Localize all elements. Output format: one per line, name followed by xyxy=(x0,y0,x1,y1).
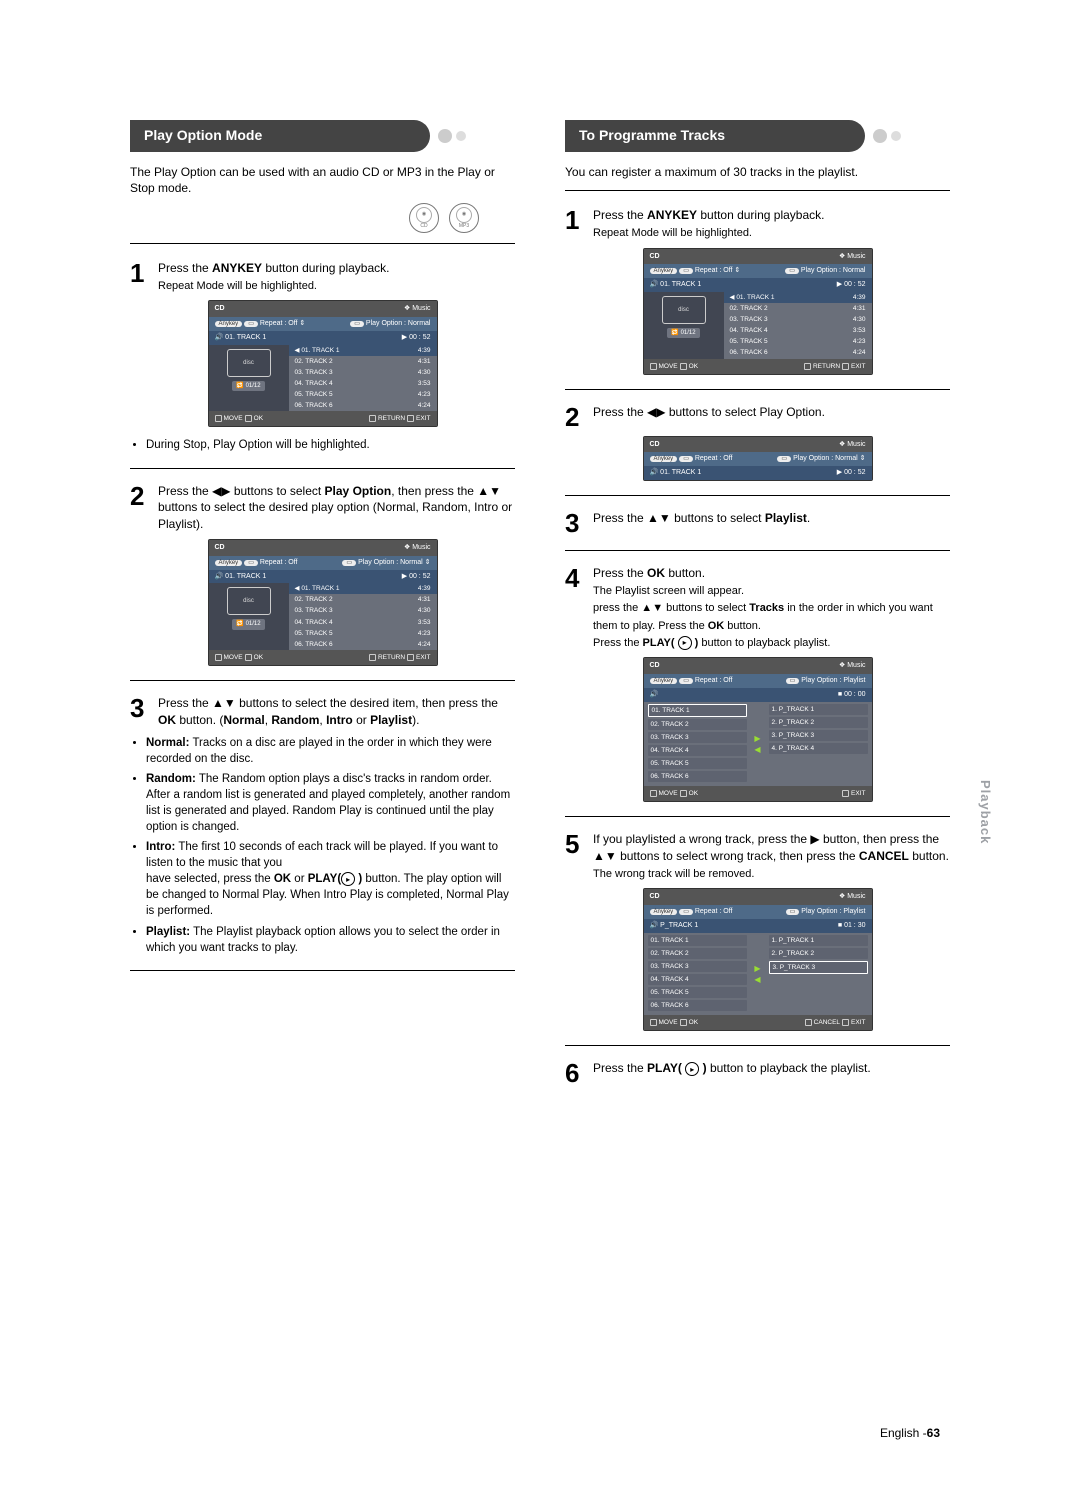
left-osd-2: CD❖ Music Anykey▭Repeat : Off▭Play Optio… xyxy=(208,539,438,666)
right-step-2: 2 Press the ◀▶ buttons to select Play Op… xyxy=(565,404,950,430)
page: Play Option Mode The Play Option can be … xyxy=(130,120,950,1092)
heading-play-option: Play Option Mode xyxy=(130,120,430,152)
right-step-1: 1 Press the ANYKEY button during playbac… xyxy=(565,207,950,241)
right-osd-4: CD❖ Music Anykey▭Repeat : Off▭Play Optio… xyxy=(643,888,873,1031)
left-step-1: 1 Press the ANYKEY button during playbac… xyxy=(130,260,515,294)
left-step-3: 3 Press the ▲▼ buttons to select the des… xyxy=(130,695,515,729)
heading-text: To Programme Tracks xyxy=(579,127,725,143)
cd-icon: ◉CD xyxy=(409,203,439,233)
intro-text: The Play Option can be used with an audi… xyxy=(130,164,515,198)
page-footer: English -63 xyxy=(880,1425,940,1442)
mp3-icon: ◉MP3 xyxy=(449,203,479,233)
col-left: Play Option Mode The Play Option can be … xyxy=(130,120,515,1092)
right-osd-1: CD❖ Music Anykey▭Repeat : Off ⇕▭Play Opt… xyxy=(643,248,873,375)
left-osd-1: CD❖ Music Anykey▭Repeat : Off ⇕▭Play Opt… xyxy=(208,300,438,427)
disc-icons: ◉CD ◉MP3 xyxy=(130,203,479,233)
intro-text: You can register a maximum of 30 tracks … xyxy=(565,164,950,181)
col-right: To Programme Tracks You can register a m… xyxy=(565,120,950,1092)
side-tab-playback: Playback xyxy=(976,780,994,844)
heading-text: Play Option Mode xyxy=(144,127,262,143)
left-note: During Stop, Play Option will be highlig… xyxy=(130,437,515,453)
right-osd-3: CD❖ Music Anykey▭Repeat : Off▭Play Optio… xyxy=(643,657,873,802)
right-osd-2: CD❖ Music Anykey▭Repeat : Off▭Play Optio… xyxy=(643,436,873,481)
heading-programme-tracks: To Programme Tracks xyxy=(565,120,865,152)
right-step-3: 3 Press the ▲▼ buttons to select Playlis… xyxy=(565,510,950,536)
left-bullets: Normal: Tracks on a disc are played in t… xyxy=(130,735,515,956)
left-step-2: 2 Press the ◀▶ buttons to select Play Op… xyxy=(130,483,515,533)
right-step-6: 6 Press the PLAY( ▸ ) button to playback… xyxy=(565,1060,950,1086)
right-step-5: 5 If you playlisted a wrong track, press… xyxy=(565,831,950,882)
right-step-4: 4 Press the OK button. The Playlist scre… xyxy=(565,565,950,651)
